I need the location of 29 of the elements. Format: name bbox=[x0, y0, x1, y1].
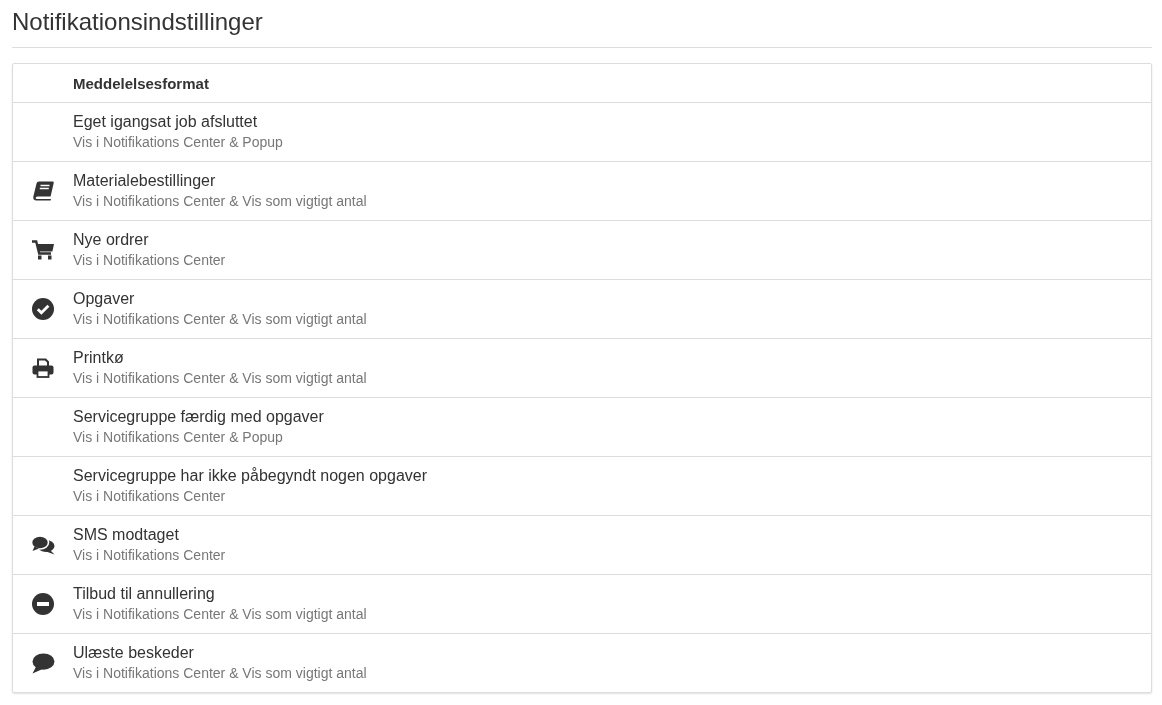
notification-format: Vis i Notifikations Center & Vis som vigtigt antal bbox=[73, 605, 367, 624]
notification-format: Vis i Notifikations Center & Popup bbox=[73, 428, 283, 447]
notification-format: Vis i Notifikations Center & Vis som vigtigt antal bbox=[73, 192, 367, 211]
notification-name: Servicegruppe har ikke påbegyndt nogen opgaver bbox=[73, 466, 428, 486]
notification-name: Tilbud til annullering bbox=[73, 584, 215, 604]
notification-format: Vis i Notifikations Center bbox=[73, 487, 226, 506]
printer-icon bbox=[32, 358, 54, 378]
notification-format: Vis i Notifikations Center bbox=[73, 251, 226, 270]
page-title: Notifikationsindstillinger bbox=[12, 7, 264, 37]
notification-format: Vis i Notifikations Center & Vis som vigtigt antal bbox=[73, 369, 367, 388]
notification-name: SMS modtaget bbox=[73, 525, 179, 545]
notification-format: Vis i Notifikations Center & Vis som vigtigt antal bbox=[73, 310, 367, 329]
notification-name: Printkø bbox=[73, 348, 124, 368]
book-icon bbox=[32, 181, 54, 201]
notification-format: Vis i Notifikations Center & Popup bbox=[73, 133, 283, 152]
notification-name: Nye ordrer bbox=[73, 230, 149, 250]
notification-name: Ulæste beskeder bbox=[73, 643, 194, 663]
notification-name: Materialebestillinger bbox=[73, 171, 216, 191]
speech-bubble-icon bbox=[31, 652, 55, 674]
notification-format: Vis i Notifikations Center & Vis som vigtigt antal bbox=[73, 664, 367, 683]
column-header: Meddelelsesformat bbox=[73, 74, 210, 92]
notification-name: Eget igangsat job afsluttet bbox=[73, 112, 258, 132]
shopping-cart-icon bbox=[32, 240, 54, 260]
minus-circle-icon bbox=[32, 593, 54, 615]
notification-format: Vis i Notifikations Center bbox=[73, 546, 226, 565]
check-circle-icon bbox=[32, 298, 54, 320]
notification-name: Servicegruppe færdig med opgaver bbox=[73, 407, 324, 427]
speech-bubbles-icon bbox=[31, 535, 55, 555]
notification-name: Opgaver bbox=[73, 289, 135, 309]
